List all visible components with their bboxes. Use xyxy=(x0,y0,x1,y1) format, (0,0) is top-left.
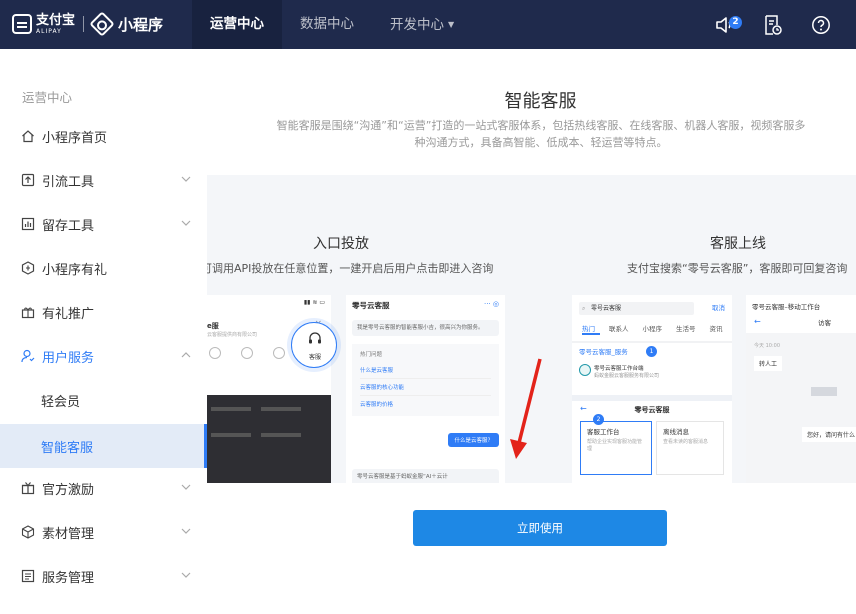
chevron-down-icon xyxy=(181,220,191,226)
chevron-up-icon xyxy=(181,352,191,358)
logo-divider xyxy=(83,16,85,32)
mock-phone-search: ⌕ 零号云客服 取消 热门 联系人 小程序 生活号 资讯 零号云客服_服务 零号… xyxy=(572,295,732,483)
main-content: 智能客服 智能客服是围绕“沟通”和“运营”打造的一站式客服体系，包括热线客服、在… xyxy=(207,49,856,614)
sidebar-item-service-management[interactable]: 服务管理 xyxy=(0,556,207,596)
top-icons: 2 xyxy=(690,12,834,38)
sidebar-item-miniprogram-gift[interactable]: 小程序有礼 xyxy=(0,248,207,288)
service-entry-bubble: 客服 xyxy=(291,322,337,368)
share-icon xyxy=(209,347,221,359)
mock-panel: ← 零号云客服 客服工作台 帮助企业实现客服功能管理 2 离线消息 查看未读的客… xyxy=(572,395,732,483)
step-1-marker: 1 xyxy=(646,346,657,357)
info-icon xyxy=(273,347,285,359)
nav-dev-center[interactable]: 开发中心 ▼ xyxy=(372,0,472,49)
gift-box-icon xyxy=(21,305,35,319)
caret-down-icon: ▼ xyxy=(448,20,455,29)
sidebar-item-user-service[interactable]: 用户服务 xyxy=(0,336,207,376)
nav-operations-center[interactable]: 运营中心 xyxy=(192,0,282,49)
sidebar-item-retention-tools[interactable]: 留存工具 xyxy=(0,204,207,244)
mock-search-tabs: 热门 联系人 小程序 生活号 资讯 xyxy=(582,325,723,333)
sidebar-item-home[interactable]: 小程序首页 xyxy=(0,116,207,156)
help-button[interactable] xyxy=(808,12,834,38)
gift-hex-icon xyxy=(21,261,35,275)
sidebar: 运营中心 小程序首页 引流工具 留存工具 小程序有礼 有礼推广 用户服务 轻会员… xyxy=(0,49,207,614)
brand-cn: 支付宝 xyxy=(36,12,76,28)
mock-search-field: ⌕ 零号云客服 xyxy=(579,302,694,315)
status-bar-icons: ▮▮ ≋ ▭ xyxy=(303,299,325,306)
product-name: 小程序 xyxy=(118,15,164,34)
sidebar-item-light-member[interactable]: 轻会员 xyxy=(0,380,207,420)
gift-icon xyxy=(21,481,35,495)
alipay-logo-icon xyxy=(12,14,32,34)
notification-button[interactable]: 2 xyxy=(712,12,742,38)
mock-dark-area xyxy=(207,395,331,483)
mock-phone-workbench: 零号云客服–移动工作台 ← 访客 今天 10:00 转人工 您好，请问有什么 xyxy=(746,295,856,483)
sidebar-item-gift-promotion[interactable]: 有礼推广 xyxy=(0,292,207,332)
chevron-down-icon xyxy=(181,528,191,534)
bar-chart-icon xyxy=(21,217,35,231)
mock-share-row xyxy=(209,347,285,359)
feature-desc-entry: 可调用API投放在任意位置，一建开启后用户点击即进入咨询 xyxy=(207,262,494,275)
records-button[interactable] xyxy=(760,12,786,38)
search-icon: ⌕ xyxy=(582,305,586,312)
export-icon xyxy=(21,173,35,187)
mock-faq: 热门问题 什么是云客服 云客服的核心功能 云客服的价格 xyxy=(352,344,499,416)
list-icon xyxy=(21,569,35,583)
step-2-marker: 2 xyxy=(593,414,604,425)
page-description: 智能客服是围绕“沟通”和“运营”打造的一站式客服体系，包括热线客服、在线客服、机… xyxy=(276,119,806,149)
sidebar-item-official-incentives[interactable]: 官方激励 xyxy=(0,468,207,508)
sidebar-item-smart-service[interactable]: 智能客服 xyxy=(0,424,207,468)
red-arrow-icon xyxy=(510,358,542,459)
help-icon xyxy=(812,16,830,34)
more-icon: ··· ◎ xyxy=(483,300,499,308)
cube-icon xyxy=(21,525,35,539)
add-icon xyxy=(241,347,253,359)
top-navigation-bar: 支付宝 ALIPAY 小程序 运营中心 数据中心 开发中心 ▼ 2 xyxy=(0,0,856,49)
back-arrow-icon: ← xyxy=(754,317,761,326)
home-icon xyxy=(21,129,35,143)
sidebar-item-asset-management[interactable]: 素材管理 xyxy=(0,512,207,552)
sidebar-item-traffic-tools[interactable]: 引流工具 xyxy=(0,160,207,200)
mock-card-workbench: 客服工作台 帮助企业实现客服功能管理 xyxy=(580,421,652,475)
mock-card-offline: 离线消息 查看未读的客服消息 xyxy=(656,421,724,475)
feature-desc-online: 支付宝搜索“零号云客服”，客服即可回复咨询 xyxy=(627,262,848,275)
chevron-down-icon xyxy=(181,176,191,182)
feature-title-entry: 入口投放 xyxy=(313,236,369,252)
feature-title-online: 客服上线 xyxy=(710,236,766,252)
nav-data-center[interactable]: 数据中心 xyxy=(282,0,372,49)
main-nav: 运营中心 数据中心 开发中心 ▼ xyxy=(192,0,472,49)
mock-phone-chat: 零号云客服 ··· ◎ 我是零号云客服的智能客服小吉，很高兴为你服务。 热门问题… xyxy=(346,295,505,483)
headset-icon xyxy=(309,332,321,344)
document-history-icon xyxy=(765,15,782,35)
feature-band: 入口投放 可调用API投放在任意位置，一建开启后用户点击即进入咨询 客服上线 支… xyxy=(207,175,856,483)
page-title: 智能客服 xyxy=(504,91,577,112)
chevron-down-icon xyxy=(181,572,191,578)
chevron-down-icon xyxy=(181,484,191,490)
logo[interactable]: 支付宝 ALIPAY 小程序 xyxy=(12,11,163,37)
result-avatar xyxy=(579,364,591,376)
brand-en: ALIPAY xyxy=(36,27,62,35)
notification-badge: 2 xyxy=(729,16,742,29)
use-now-button[interactable]: 立即使用 xyxy=(413,510,667,546)
sidebar-heading: 运营中心 xyxy=(22,90,73,105)
miniprogram-logo-icon xyxy=(89,11,115,37)
user-service-icon xyxy=(21,349,35,363)
